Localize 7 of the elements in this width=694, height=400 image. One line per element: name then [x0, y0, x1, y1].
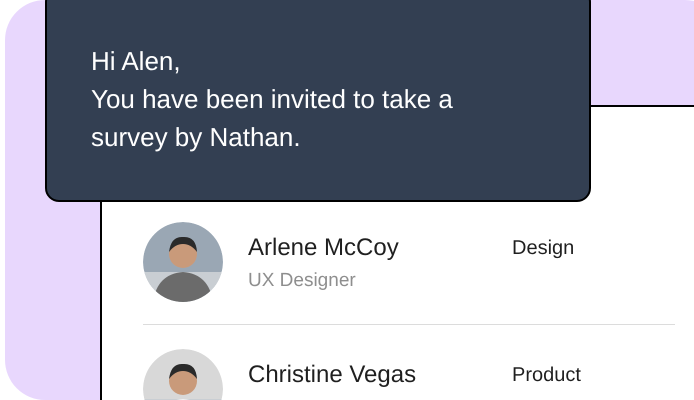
person-name: Arlene McCoy: [248, 233, 400, 263]
department-label: Design: [512, 236, 574, 261]
person-name: Christine Vegas: [248, 360, 418, 390]
greeting-text: Hi Alen,: [91, 45, 182, 78]
department-label: Product: [512, 363, 581, 388]
person-role: UX Designer: [248, 269, 357, 293]
invitation-text: You have been invited to take a survey by Nathan.: [91, 83, 454, 154]
